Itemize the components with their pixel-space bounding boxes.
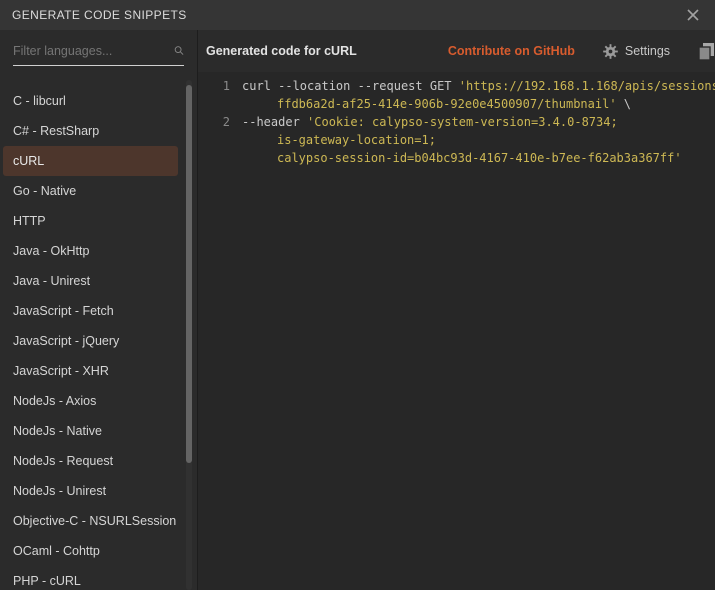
code-text: is-gateway-location=1; (230, 131, 436, 149)
language-item-nodejs-request[interactable]: NodeJs - Request (0, 446, 197, 476)
filter-languages-input[interactable] (13, 44, 174, 58)
language-item-curl[interactable]: cURL (3, 146, 178, 176)
sidebar-scrollbar-thumb[interactable] (186, 85, 192, 463)
language-item-go-native[interactable]: Go - Native (0, 176, 197, 206)
code-line: 2--header 'Cookie: calypso-system-versio… (198, 113, 715, 131)
language-item-c-restsharp[interactable]: C# - RestSharp (0, 116, 197, 146)
filter-row (0, 30, 197, 80)
settings-button[interactable]: Settings (603, 44, 670, 59)
language-item-nodejs-native[interactable]: NodeJs - Native (0, 416, 197, 446)
contribute-on-github-link[interactable]: Contribute on GitHub (448, 44, 575, 58)
code-text: ffdb6a2d-af25-414e-906b-92e0e4500907/thu… (230, 95, 631, 113)
generated-code-title: Generated code for cURL (206, 44, 448, 58)
code-line: 1curl --location --request GET 'https://… (198, 77, 715, 95)
language-item-javascript-jquery[interactable]: JavaScript - jQuery (0, 326, 197, 356)
copy-icon (698, 42, 715, 61)
gear-icon (603, 44, 618, 59)
language-item-nodejs-axios[interactable]: NodeJs - Axios (0, 386, 197, 416)
language-list: C - libcurlC# - RestSharpcURLGo - Native… (0, 80, 197, 590)
dialog-title: GENERATE CODE SNIPPETS (12, 8, 683, 22)
language-item-nodejs-unirest[interactable]: NodeJs - Unirest (0, 476, 197, 506)
generated-code-viewer[interactable]: 1curl --location --request GET 'https://… (198, 72, 715, 590)
close-icon (686, 8, 700, 22)
code-text: calypso-session-id=b04bc93d-4167-410e-b7… (230, 149, 682, 167)
search-icon[interactable] (174, 42, 184, 59)
dialog-titlebar: GENERATE CODE SNIPPETS (0, 0, 715, 30)
code-text: curl --location --request GET 'https://1… (230, 77, 715, 95)
language-item-c-libcurl[interactable]: C - libcurl (0, 86, 197, 116)
line-number (198, 131, 230, 149)
copy-code-button[interactable] (696, 41, 715, 61)
language-item-javascript-fetch[interactable]: JavaScript - Fetch (0, 296, 197, 326)
language-item-php-curl[interactable]: PHP - cURL (0, 566, 197, 590)
code-line: is-gateway-location=1; (198, 131, 715, 149)
language-item-ocaml-cohttp[interactable]: OCaml - Cohttp (0, 536, 197, 566)
line-number: 2 (198, 113, 230, 131)
language-item-http[interactable]: HTTP (0, 206, 197, 236)
settings-label: Settings (625, 44, 670, 58)
sidebar-scrollbar-track[interactable] (186, 80, 192, 590)
code-line: calypso-session-id=b04bc93d-4167-410e-b7… (198, 149, 715, 167)
line-number: 1 (198, 77, 230, 95)
code-panel: Generated code for cURL Contribute on Gi… (197, 30, 715, 590)
code-line: ffdb6a2d-af25-414e-906b-92e0e4500907/thu… (198, 95, 715, 113)
language-item-java-unirest[interactable]: Java - Unirest (0, 266, 197, 296)
language-sidebar: C - libcurlC# - RestSharpcURLGo - Native… (0, 30, 197, 590)
language-item-java-okhttp[interactable]: Java - OkHttp (0, 236, 197, 266)
code-panel-header: Generated code for cURL Contribute on Gi… (198, 30, 715, 72)
close-button[interactable] (683, 5, 703, 25)
language-item-javascript-xhr[interactable]: JavaScript - XHR (0, 356, 197, 386)
generate-code-snippets-dialog: GENERATE CODE SNIPPETS (0, 0, 715, 590)
line-number (198, 95, 230, 113)
code-text: --header 'Cookie: calypso-system-version… (230, 113, 618, 131)
line-number (198, 149, 230, 167)
language-item-objective-c-nsurlsession[interactable]: Objective-C - NSURLSession (0, 506, 197, 536)
